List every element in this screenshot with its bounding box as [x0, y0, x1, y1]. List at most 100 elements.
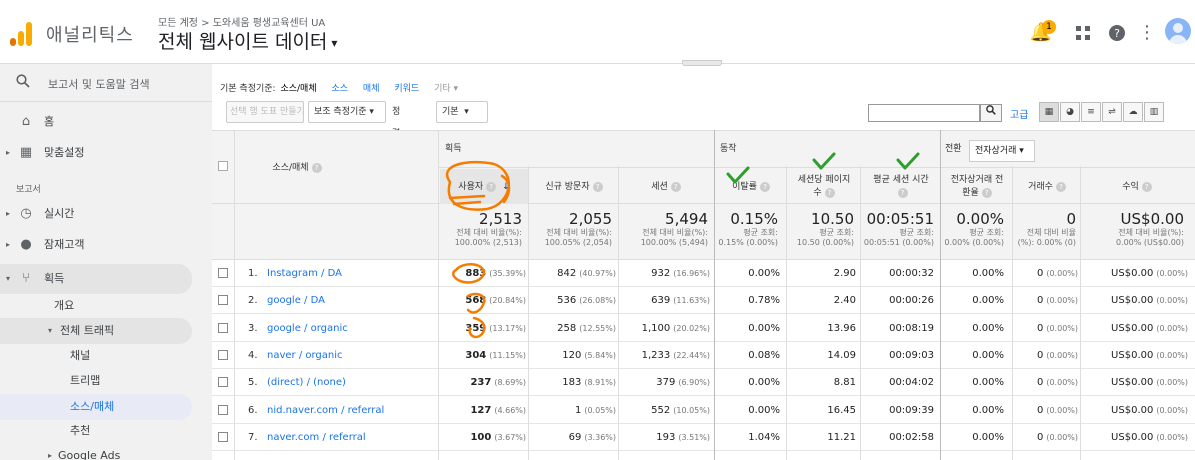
pivot-view-icon[interactable]: ▥ — [1144, 102, 1164, 122]
app-name: 애널리틱스 — [46, 25, 134, 46]
col-transactions[interactable]: 거래수? — [1014, 169, 1080, 205]
sidebar-item-google-ads[interactable]: ▸ Google Ads — [0, 443, 212, 460]
cell-percent: (0.00%) — [1046, 296, 1078, 306]
summary-new-users-sub2: 100.05% (2,054) — [544, 238, 612, 247]
col-bounce-rate[interactable]: 이탈률? — [716, 169, 786, 205]
analytics-logo[interactable] — [10, 22, 32, 46]
col-users[interactable]: 사용자? ↓ — [440, 169, 528, 205]
table-view-icon[interactable]: ▦ — [1039, 102, 1059, 122]
cell-rev: US$0.00 (0.00%) — [1082, 315, 1188, 342]
col-bounce-label: 이탈률 — [732, 181, 757, 192]
sidebar-item-referrals[interactable]: 추천 — [0, 418, 212, 444]
sidebar: 보고서 및 도움말 검색 ⌂ 홈 ▸ ▦ 맞춤설정 보고서 ▸ ◷ 실시간 ▸ ● 잠재… — [0, 64, 212, 460]
source-medium-link[interactable]: Instagram / DA — [267, 260, 342, 287]
col-revenue[interactable]: 수익? — [1082, 169, 1192, 205]
cell-percent: (0.00%) — [1046, 323, 1078, 333]
sidebar-item-channels[interactable]: 채널 — [0, 343, 212, 369]
performance-view-icon[interactable]: ≡ — [1081, 102, 1101, 122]
row-checkbox[interactable] — [218, 377, 228, 388]
cell-rev: US$0.00 (0.00%) — [1082, 287, 1188, 314]
col-ecommerce-rate[interactable]: 전자상거래 전 환율? — [942, 169, 1012, 205]
cell-new: 536 (26.08%) — [530, 287, 616, 314]
dimension-medium-link[interactable]: 매체 — [363, 84, 380, 94]
source-medium-link[interactable]: (direct) / (none) — [267, 369, 346, 396]
sidebar-item-customization[interactable]: ▸ ▦ 맞춤설정 — [0, 140, 212, 166]
row-checkbox[interactable] — [218, 295, 228, 306]
col-new-users[interactable]: 신규 방문자? — [530, 169, 618, 205]
table-row: 5. (direct) / (none) 237 (8.69%) 183 (8.91%) 3… — [212, 369, 1195, 397]
cell-value: 183 — [562, 377, 582, 389]
summary-trans-sub2: (%): 0.00% (0) — [1017, 238, 1076, 247]
col-sessions[interactable]: 세션? — [620, 169, 712, 205]
row-checkbox[interactable] — [218, 322, 228, 333]
col-source-medium[interactable]: 소스/매체? — [242, 131, 352, 205]
cell-users: 568 (20.84%) — [440, 287, 526, 314]
pie-view-icon[interactable]: ◕ — [1060, 102, 1080, 122]
avatar[interactable] — [1165, 18, 1191, 44]
row-checkbox[interactable] — [218, 404, 228, 415]
conversion-goal-dropdown[interactable]: 전자상거래 ▾ — [969, 140, 1035, 162]
collapse-chart-handle[interactable] — [682, 60, 722, 66]
plot-rows-button[interactable]: 선택 행 도표 만들기 — [226, 101, 304, 123]
sidebar-item-realtime[interactable]: ▸ ◷ 실시간 — [0, 201, 212, 227]
cell-rev: US$0.00 (0.00%) — [1082, 397, 1188, 424]
summary-transactions: 0 전체 대비 비율 (%): 0.00% (0) — [1014, 210, 1076, 248]
col-pages-per-session[interactable]: 세션당 페이지 수? — [788, 169, 860, 205]
sidebar-item-audience[interactable]: ▸ ● 잠재고객 — [0, 232, 212, 258]
source-medium-link[interactable]: naver / organic — [267, 342, 343, 369]
summary-duration: 00:05:51 평균 조회: 00:05:51 (0.00%) — [862, 210, 934, 248]
term-cloud-view-icon[interactable]: ☁ — [1123, 102, 1143, 122]
dimension-other-dropdown[interactable]: 기타 ▾ — [434, 84, 458, 94]
summary-duration-sub2: 00:05:51 (0.00%) — [863, 238, 934, 247]
help-icon[interactable]: ? — [1103, 18, 1131, 48]
cell-value: 0.00% — [972, 431, 1004, 443]
select-all-checkbox[interactable] — [218, 161, 228, 171]
cell-percent: (16.96%) — [673, 269, 710, 278]
sidebar-item-acquisition[interactable]: ▾ ⑂ 획득 — [0, 264, 192, 294]
sidebar-item-label: 추천 — [70, 424, 91, 437]
search-button[interactable] — [980, 104, 1002, 122]
cell-percent: (0.00%) — [1046, 269, 1078, 278]
dimension-keyword-link[interactable]: 키워드 — [394, 84, 419, 94]
advanced-filter-link[interactable]: 고급 — [1010, 106, 1028, 121]
bell-icon[interactable]: 🔔 1 — [1027, 18, 1056, 48]
person-icon: ● — [20, 237, 32, 252]
cell-value: US$0.00 — [1111, 404, 1154, 416]
source-medium-link[interactable]: google / DA — [267, 287, 325, 314]
cell-percent: (0.00%) — [1046, 350, 1078, 360]
sidebar-item-label: 개요 — [54, 299, 75, 312]
sidebar-item-all-traffic[interactable]: ▾ 전체 트래픽 — [0, 318, 192, 344]
dimension-source-link[interactable]: 소스 — [331, 84, 348, 94]
row-checkbox[interactable] — [218, 349, 228, 360]
sort-type-dropdown[interactable]: 기본 ▾ — [436, 101, 488, 123]
comparison-view-icon[interactable]: ⇌ — [1102, 102, 1122, 122]
col-avg-session-duration[interactable]: 평균 세션 시간? — [862, 169, 940, 205]
sidebar-item-treemaps[interactable]: 트리맵 — [0, 368, 212, 394]
cell-percent: (0.00%) — [1156, 405, 1188, 415]
secondary-dimension-label: 보조 측정기준 — [314, 107, 367, 117]
divider — [528, 166, 529, 460]
cell-pages: 8.81 — [788, 369, 856, 396]
secondary-dimension-dropdown[interactable]: 보조 측정기준 ▾ — [308, 101, 386, 123]
cell-rev: US$0.00 (0.00%) — [1082, 260, 1188, 287]
svg-text:?: ? — [1114, 27, 1120, 40]
apps-icon[interactable] — [1069, 18, 1097, 48]
cell-dur: 00:00:32 — [862, 260, 934, 287]
source-medium-link[interactable]: naver.com / referral — [267, 424, 366, 451]
row-checkbox[interactable] — [218, 431, 228, 442]
source-medium-link[interactable]: nid.naver.com / referral — [267, 397, 384, 424]
sidebar-item-label: 잠재고객 — [44, 238, 85, 251]
table-search-input[interactable] — [868, 104, 980, 122]
cell-value: 237 — [470, 377, 492, 389]
view-selector[interactable]: 전체 웹사이트 데이터 ▾ — [158, 27, 337, 54]
more-vert-icon[interactable]: ⋮ — [1133, 18, 1161, 48]
sidebar-item-overview[interactable]: 개요 — [0, 293, 212, 319]
source-medium-link[interactable]: google / organic — [267, 315, 348, 342]
cell-dur: 00:09:03 — [862, 342, 934, 369]
cell-value: 0 — [1036, 349, 1044, 361]
sidebar-item-home[interactable]: ⌂ 홈 — [0, 109, 212, 135]
cell-ecom: 0.00% — [942, 260, 1004, 287]
row-checkbox[interactable] — [218, 268, 228, 278]
sidebar-search[interactable]: 보고서 및 도움말 검색 — [0, 64, 212, 102]
sidebar-item-source-medium[interactable]: 소스/매체 — [0, 394, 192, 420]
